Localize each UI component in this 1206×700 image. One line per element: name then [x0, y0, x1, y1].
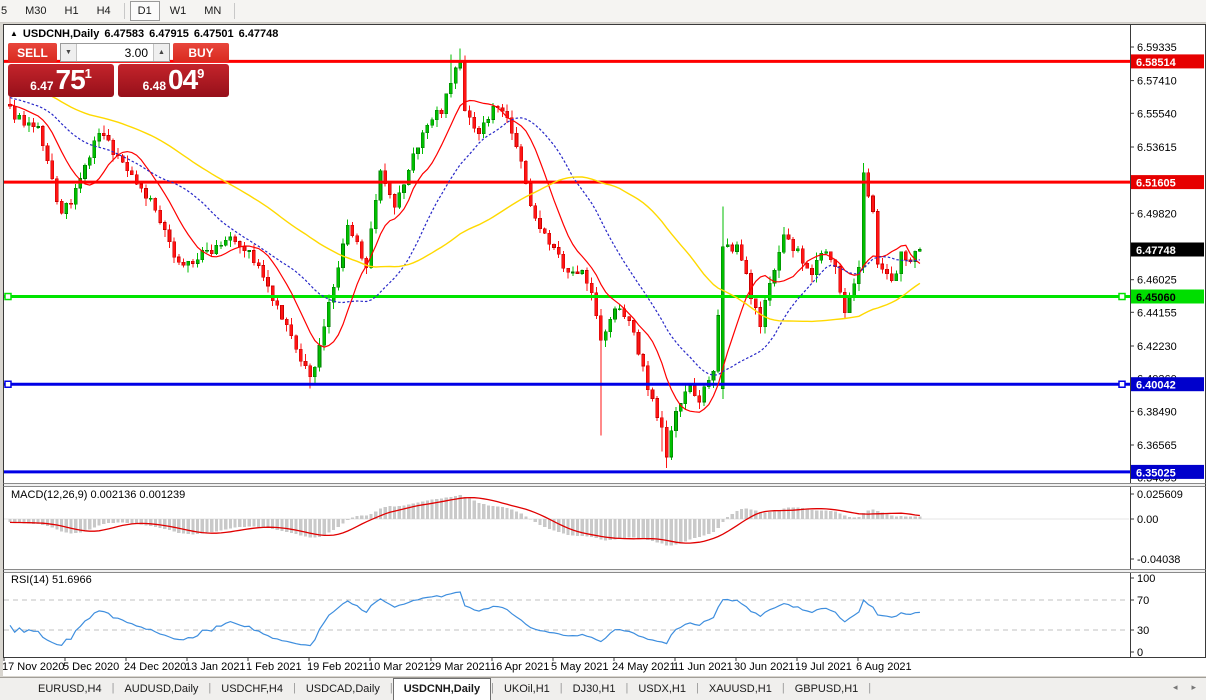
svg-text:30: 30 [1137, 625, 1149, 637]
tab-scroll-right-icon[interactable]: ▸ [1191, 682, 1196, 693]
svg-text:6.35025: 6.35025 [1136, 467, 1176, 479]
hline-handle[interactable] [1119, 381, 1125, 387]
volume-input[interactable]: 3.00 [77, 44, 153, 61]
volume-decrease-icon[interactable]: ▼ [61, 44, 77, 61]
svg-text:24 May 2021: 24 May 2021 [612, 661, 676, 673]
toolbar-separator [124, 3, 125, 19]
hline-handle[interactable] [5, 381, 11, 387]
sell-price-button[interactable]: 6.47 75 1 [8, 64, 114, 97]
chart-header: ▲ USDCNH,Daily 6.47583 6.47915 6.47501 6… [10, 28, 278, 40]
svg-text:16 Apr 2021: 16 Apr 2021 [490, 661, 549, 673]
tab-separator: | [868, 678, 871, 700]
chart-window-bg [3, 24, 1206, 658]
svg-text:30 Jun 2021: 30 Jun 2021 [734, 661, 795, 673]
svg-text:13 Jan 2021: 13 Jan 2021 [185, 661, 246, 673]
svg-text:6.42230: 6.42230 [1137, 341, 1177, 353]
timeframe-button-h4[interactable]: H4 [89, 1, 119, 21]
ohlc-low: 6.47501 [194, 28, 234, 40]
svg-text:19 Jul 2021: 19 Jul 2021 [795, 661, 852, 673]
tab-scroll-arrows: ◂ ▸ [1173, 682, 1196, 693]
timeframe-button-mn[interactable]: MN [196, 1, 229, 21]
ohlc-open: 6.47583 [104, 28, 144, 40]
svg-text:-0.04038: -0.04038 [1137, 554, 1180, 566]
sell-price-small: 6.47 [30, 79, 55, 97]
one-click-trading-widget: SELL ▼ 3.00 ▲ BUY 6.47 75 1 6.48 04 9 [8, 43, 229, 97]
tab-audusd-daily[interactable]: AUDUSD,Daily [114, 678, 208, 700]
ohlc-high: 6.47915 [149, 28, 189, 40]
buy-price-big: 04 [168, 64, 197, 97]
buy-button[interactable]: BUY [173, 43, 229, 62]
svg-text:0.00: 0.00 [1137, 514, 1158, 526]
svg-text:29 Mar 2021: 29 Mar 2021 [429, 661, 491, 673]
svg-text:6.55540: 6.55540 [1137, 108, 1177, 120]
svg-text:6.38490: 6.38490 [1137, 406, 1177, 418]
tab-usdcnh-daily[interactable]: USDCNH,Daily [393, 678, 491, 700]
timeframe-toolbar: 5M30H1H4 D1W1MN [0, 0, 1206, 23]
buy-price-sup: 9 [197, 66, 204, 81]
macd-label: MACD(12,26,9) 0.002136 0.001239 [11, 489, 185, 501]
chart-symbol-period: USDCNH,Daily [23, 28, 99, 40]
mt4-terminal: { "toolbar":{"items":["5","M30","H1","H4… [0, 0, 1206, 700]
svg-text:6.57410: 6.57410 [1137, 76, 1177, 88]
svg-text:0.025609: 0.025609 [1137, 489, 1183, 501]
price-chart[interactable]: 6.593356.574106.555406.536156.498206.478… [3, 24, 1206, 676]
timeframe-button-d1[interactable]: D1 [130, 1, 160, 21]
svg-text:100: 100 [1137, 573, 1155, 585]
svg-text:24 Dec 2020: 24 Dec 2020 [124, 661, 186, 673]
svg-text:6.44155: 6.44155 [1137, 307, 1177, 319]
tab-ukoil-h1[interactable]: UKOil,H1 [494, 678, 560, 700]
chart-tab-bar: EURUSD,H4|AUDUSD,Daily|USDCHF,H4|USDCAD,… [0, 677, 1206, 700]
tab-gbpusd-h1[interactable]: GBPUSD,H1 [785, 678, 869, 700]
timeframe-button-m30[interactable]: M30 [17, 1, 54, 21]
sell-button[interactable]: SELL [8, 43, 57, 62]
svg-text:6.58514: 6.58514 [1136, 57, 1177, 69]
hline-handle[interactable] [5, 294, 11, 300]
buy-price-small: 6.48 [143, 79, 168, 97]
hline-handle[interactable] [1119, 294, 1125, 300]
tab-usdx-h1[interactable]: USDX,H1 [628, 678, 696, 700]
svg-text:6.46025: 6.46025 [1137, 275, 1177, 287]
svg-text:6.40042: 6.40042 [1136, 380, 1176, 392]
volume-spinner: ▼ 3.00 ▲ [60, 43, 170, 62]
svg-text:6.45060: 6.45060 [1136, 292, 1176, 304]
timeframe-button-5[interactable]: 5 [0, 1, 15, 21]
svg-text:70: 70 [1137, 595, 1149, 607]
svg-text:6.47748: 6.47748 [1136, 245, 1176, 257]
svg-text:6.36565: 6.36565 [1137, 440, 1177, 452]
tab-eurusd-h4[interactable]: EURUSD,H4 [28, 678, 112, 700]
tab-usdcad-daily[interactable]: USDCAD,Daily [296, 678, 390, 700]
rsi-label: RSI(14) 51.6966 [11, 574, 92, 586]
tab-usdchf-h4[interactable]: USDCHF,H4 [211, 678, 293, 700]
volume-increase-icon[interactable]: ▲ [153, 44, 169, 61]
toolbar-separator [234, 3, 235, 19]
svg-text:11 Jun 2021: 11 Jun 2021 [673, 661, 733, 673]
svg-text:17 Nov 2020: 17 Nov 2020 [3, 661, 64, 673]
buy-price-button[interactable]: 6.48 04 9 [118, 64, 229, 97]
svg-text:1 Feb 2021: 1 Feb 2021 [246, 661, 302, 673]
svg-text:19 Feb 2021: 19 Feb 2021 [307, 661, 369, 673]
svg-text:6.49820: 6.49820 [1137, 208, 1177, 220]
svg-text:6.53615: 6.53615 [1137, 142, 1177, 154]
sell-price-sup: 1 [85, 66, 92, 81]
tab-dj30-h1[interactable]: DJ30,H1 [563, 678, 626, 700]
svg-text:6.59335: 6.59335 [1137, 42, 1177, 54]
tab-scroll-left-icon[interactable]: ◂ [1173, 682, 1178, 693]
sell-price-big: 75 [56, 64, 85, 97]
timeframe-button-h1[interactable]: H1 [57, 1, 87, 21]
timeframe-button-w1[interactable]: W1 [162, 1, 195, 21]
svg-text:6 Aug 2021: 6 Aug 2021 [856, 661, 912, 673]
chart-symbol-icon: ▲ [10, 30, 18, 38]
svg-text:10 Mar 2021: 10 Mar 2021 [368, 661, 430, 673]
svg-text:6.51605: 6.51605 [1136, 178, 1176, 190]
tab-xauusd-h1[interactable]: XAUUSD,H1 [699, 678, 782, 700]
svg-text:5 May 2021: 5 May 2021 [551, 661, 608, 673]
ohlc-close: 6.47748 [239, 28, 279, 40]
svg-text:5 Dec 2020: 5 Dec 2020 [63, 661, 119, 673]
